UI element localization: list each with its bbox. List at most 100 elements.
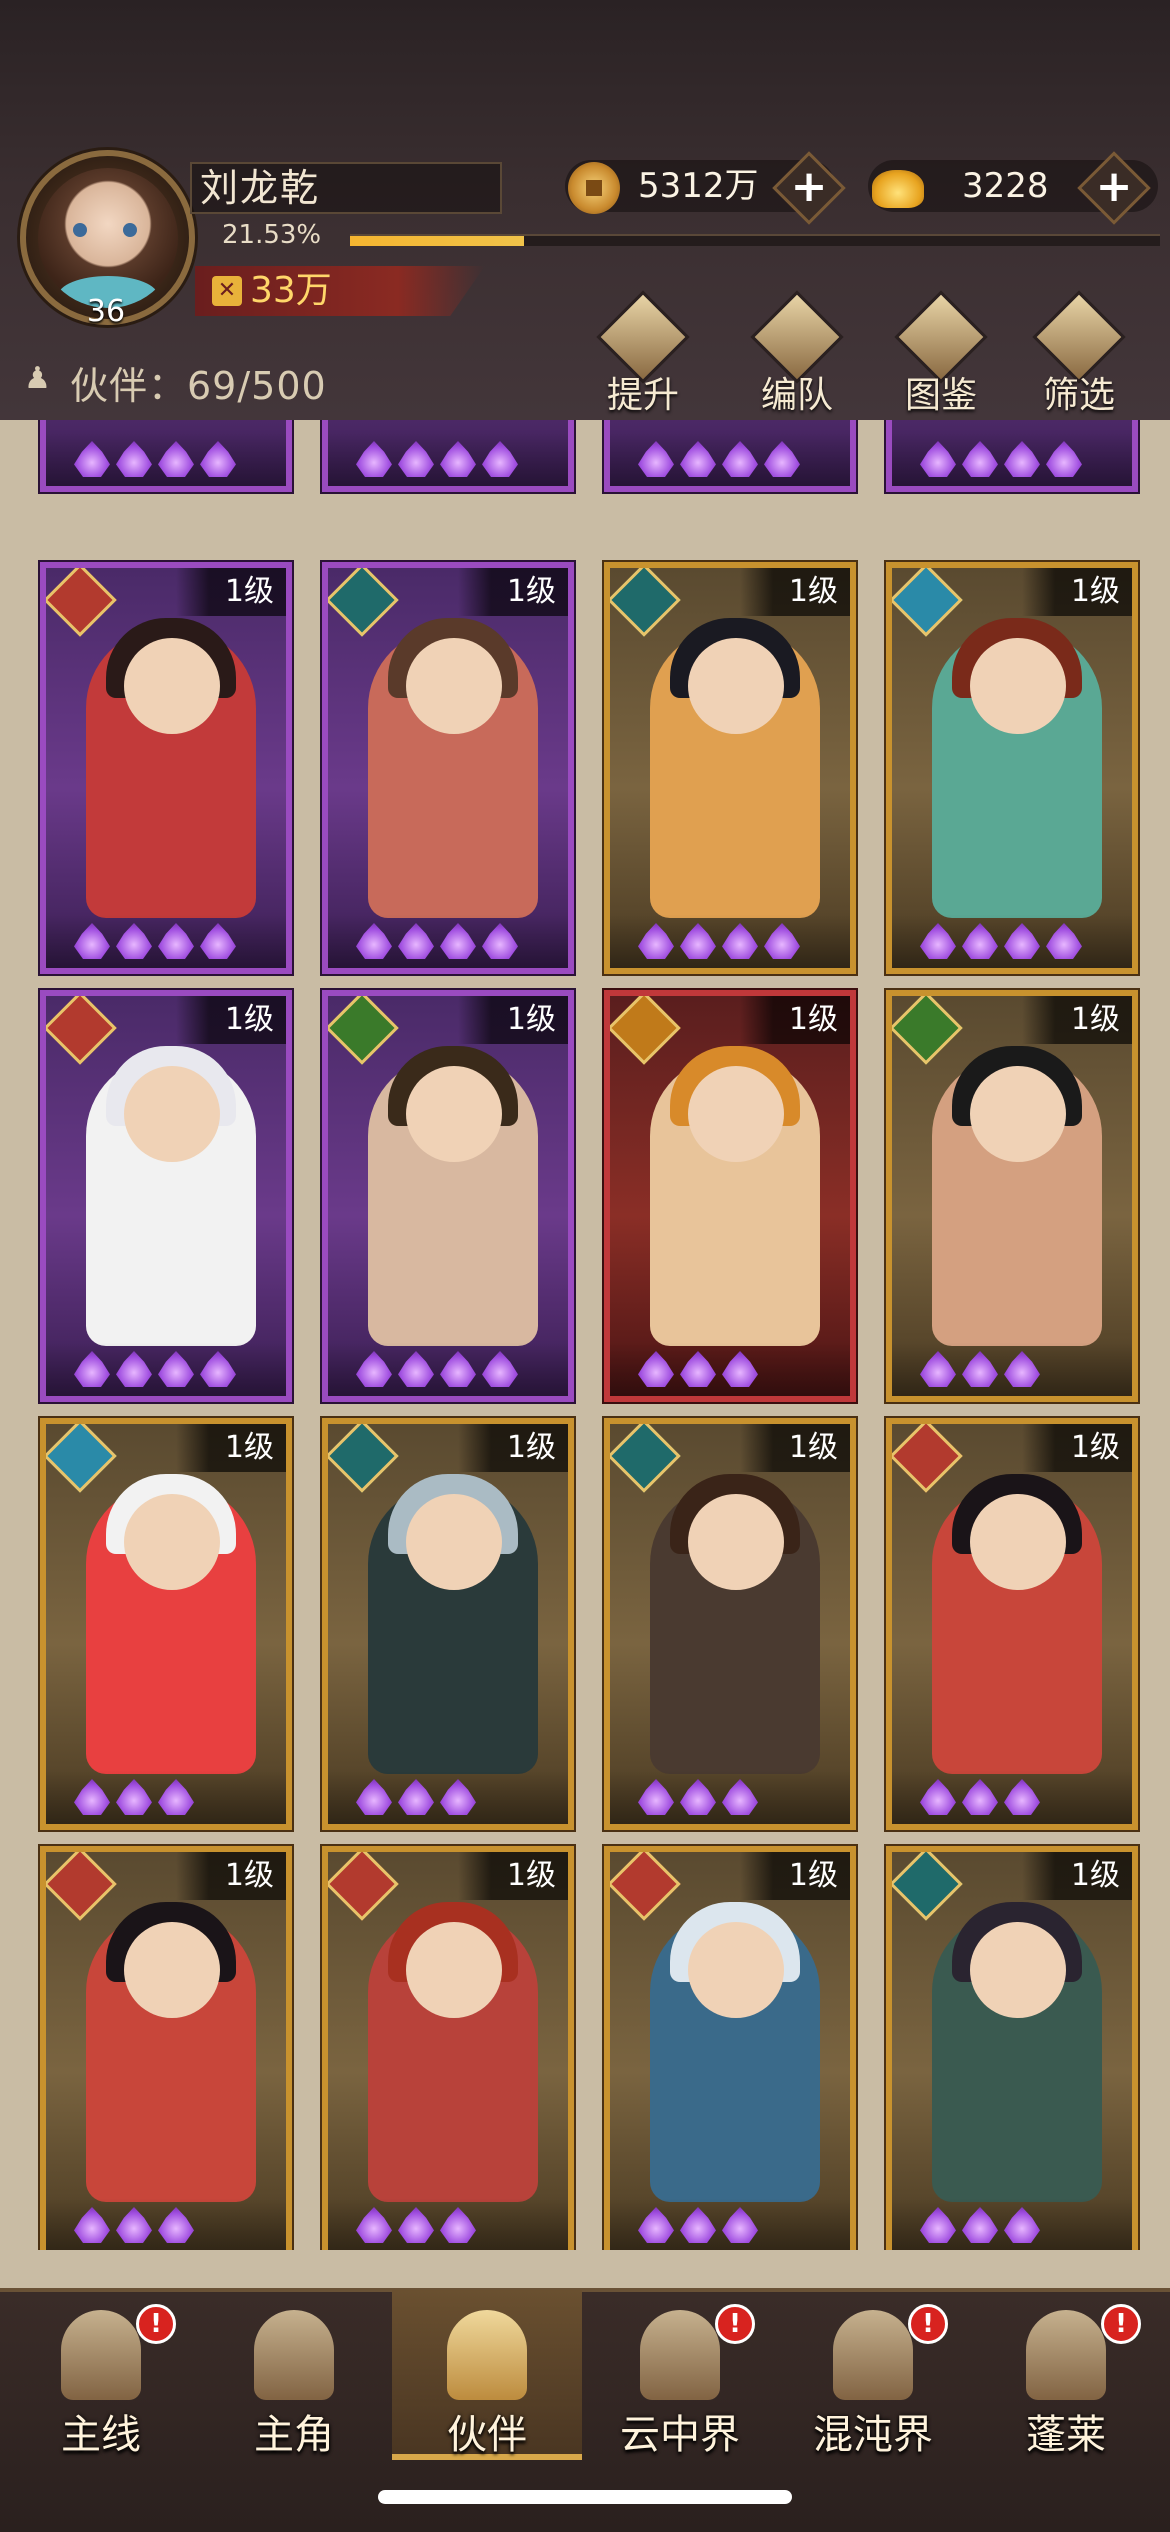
purple-flame-star-icon — [722, 2207, 758, 2243]
partner-card[interactable]: 1级 — [604, 1418, 856, 1830]
partner-card[interactable]: 1级 — [322, 1846, 574, 2250]
purple-flame-star-icon — [1004, 2207, 1040, 2243]
partner-level: 1级 — [1022, 996, 1132, 1044]
player-name: 刘龙乾 — [200, 166, 321, 210]
copper-coin-icon — [568, 162, 620, 214]
nav-tab-main-quest[interactable]: 主线! — [6, 2290, 196, 2460]
exp-progress-bar — [350, 234, 1160, 246]
partner-face — [124, 638, 220, 734]
partner-card[interactable]: 1级 — [604, 1846, 856, 2250]
chaos-realm-icon — [833, 2310, 913, 2400]
partner-card[interactable]: 1级 — [40, 562, 292, 974]
partial-card-stars — [46, 432, 286, 486]
purple-flame-star-icon — [440, 1351, 476, 1387]
exp-progress-fill — [350, 236, 525, 246]
alert-badge-icon: ! — [136, 2304, 176, 2344]
partner-card[interactable]: 1级 — [322, 990, 574, 1402]
purple-flame-star-icon — [680, 1779, 716, 1815]
purple-flame-star-icon — [398, 923, 434, 959]
partner-card[interactable]: 1级 — [40, 990, 292, 1402]
partner-face — [688, 1066, 784, 1162]
partner-card[interactable] — [40, 420, 292, 492]
purple-flame-star-icon — [638, 923, 674, 959]
penglai-icon — [1026, 2310, 1106, 2400]
purple-flame-star-icon — [398, 441, 434, 477]
purple-flame-star-icon — [962, 923, 998, 959]
partner-card[interactable]: 1级 — [322, 562, 574, 974]
nav-tab-hero[interactable]: 主角 — [199, 2290, 389, 2460]
hero-icon — [254, 2310, 334, 2400]
purple-flame-star-icon — [398, 1351, 434, 1387]
partner-card[interactable]: 1级 — [40, 1418, 292, 1830]
plus-icon: + — [1095, 161, 1133, 212]
partner-card-stars — [892, 1770, 1132, 1824]
formation-button[interactable]: 编队 — [742, 290, 852, 416]
partners-icon: ♟ — [24, 361, 51, 396]
partner-level: 1级 — [740, 568, 850, 616]
purple-flame-star-icon — [116, 1779, 152, 1815]
partner-card[interactable]: 1级 — [40, 1846, 292, 2250]
purple-flame-star-icon — [158, 1351, 194, 1387]
nav-tab-penglai[interactable]: 蓬莱! — [971, 2290, 1161, 2460]
purple-flame-star-icon — [74, 1779, 110, 1815]
partner-card[interactable]: 1级 — [886, 562, 1138, 974]
partial-card-stars — [610, 432, 850, 486]
filter-label: 筛选 — [1042, 375, 1115, 416]
partner-level: 1级 — [1022, 568, 1132, 616]
purple-flame-star-icon — [356, 923, 392, 959]
filter-button[interactable]: 筛选 — [1024, 290, 1134, 416]
nav-tab-chaos-realm[interactable]: 混沌界! — [778, 2290, 968, 2460]
formation-label: 编队 — [760, 375, 833, 416]
purple-flame-star-icon — [158, 1779, 194, 1815]
codex-button[interactable]: 图鉴 — [886, 290, 996, 416]
partner-card-stars — [46, 914, 286, 968]
purple-flame-star-icon — [158, 441, 194, 477]
partner-face — [688, 638, 784, 734]
partner-card-stars — [610, 2198, 850, 2250]
partner-card-stars — [328, 914, 568, 968]
purple-flame-star-icon — [356, 2207, 392, 2243]
purple-flame-star-icon — [116, 923, 152, 959]
partner-card[interactable]: 1级 — [604, 990, 856, 1402]
upgrade-button[interactable]: 提升 — [588, 290, 698, 416]
purple-flame-star-icon — [74, 441, 110, 477]
partner-card[interactable]: 1级 — [886, 1418, 1138, 1830]
purple-flame-star-icon — [638, 441, 674, 477]
partner-card[interactable]: 1级 — [604, 562, 856, 974]
nav-tab-cloud-realm[interactable]: 云中界! — [585, 2290, 775, 2460]
partner-card[interactable]: 1级 — [886, 1846, 1138, 2250]
nav-label: 主线 — [61, 2412, 141, 2458]
partner-card-stars — [610, 914, 850, 968]
partner-face — [406, 1066, 502, 1162]
purple-flame-star-icon — [920, 2207, 956, 2243]
nav-label: 混沌界 — [813, 2412, 933, 2458]
partner-card-stars — [46, 2198, 286, 2250]
purple-flame-star-icon — [962, 1351, 998, 1387]
purple-flame-star-icon — [638, 1779, 674, 1815]
purple-flame-star-icon — [722, 1779, 758, 1815]
partner-card[interactable]: 1级 — [322, 1418, 574, 1830]
partner-card-stars — [892, 914, 1132, 968]
partner-card[interactable] — [322, 420, 574, 492]
partner-card-stars — [328, 1342, 568, 1396]
copper-amount: 5312万 — [638, 166, 759, 206]
nav-tab-partner-crown[interactable]: 伙伴 — [392, 2290, 582, 2460]
gold-ingot-icon — [872, 170, 924, 208]
purple-flame-star-icon — [116, 1351, 152, 1387]
main-quest-icon — [61, 2310, 141, 2400]
partner-card[interactable] — [604, 420, 856, 492]
partner-grid[interactable]: 1级 1级 1级 1级 1级 1级 1级 1级 1级 1级 1级 1级 1级 1级 1级 1级 — [0, 420, 1170, 2250]
purple-flame-star-icon — [1004, 923, 1040, 959]
partner-count: 伙伴：69/500 — [70, 364, 327, 408]
purple-flame-star-icon — [722, 1351, 758, 1387]
purple-flame-star-icon — [398, 1779, 434, 1815]
nav-label: 主角 — [254, 2412, 334, 2458]
purple-flame-star-icon — [920, 923, 956, 959]
partner-crown-icon — [447, 2310, 527, 2400]
purple-flame-star-icon — [116, 2207, 152, 2243]
partner-card[interactable] — [886, 420, 1138, 492]
partner-card[interactable]: 1级 — [886, 990, 1138, 1402]
partner-face — [970, 1494, 1066, 1590]
purple-flame-star-icon — [920, 441, 956, 477]
purple-flame-star-icon — [962, 441, 998, 477]
